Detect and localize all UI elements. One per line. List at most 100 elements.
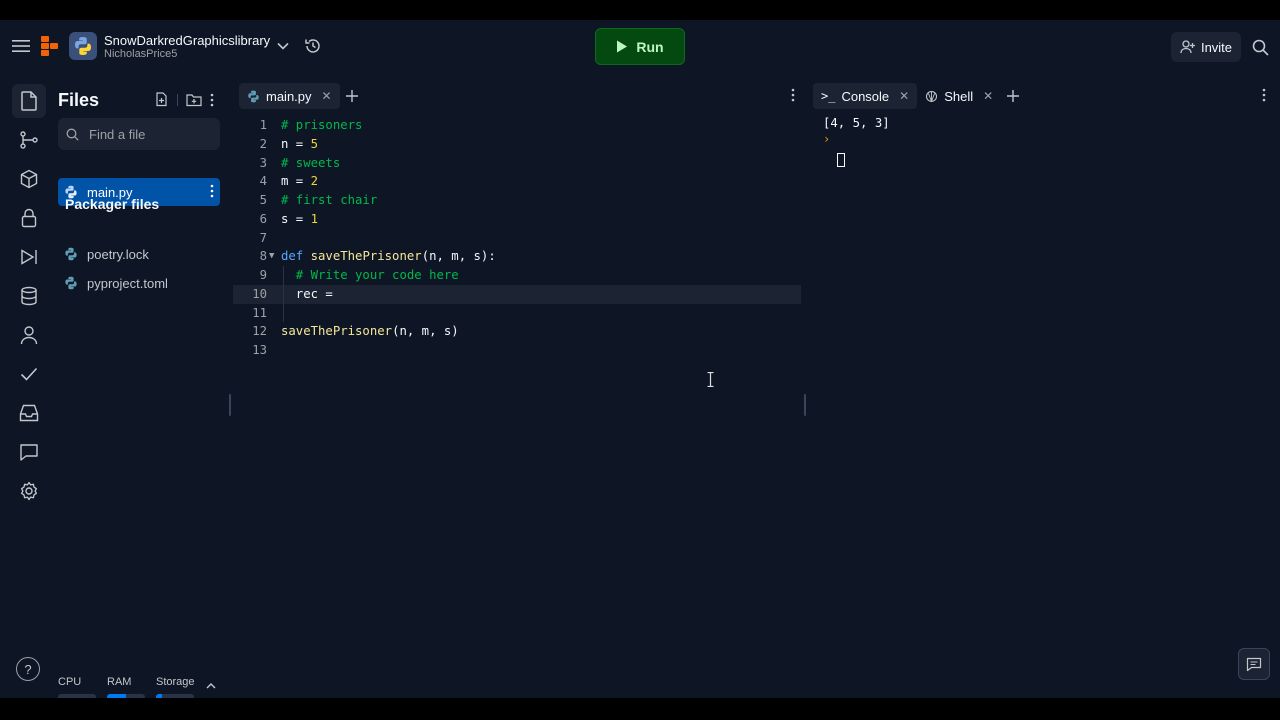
code-line[interactable]: 13	[233, 341, 801, 360]
git-icon[interactable]	[12, 123, 46, 157]
tab-main-py[interactable]: main.py ✕	[239, 83, 340, 109]
add-tab-icon[interactable]	[1001, 83, 1025, 109]
chat-icon[interactable]	[12, 435, 46, 469]
code-line[interactable]: 2 n = 5	[233, 135, 801, 154]
file-kebab-icon[interactable]	[210, 184, 214, 198]
code-line[interactable]: 6 s = 1	[233, 210, 801, 229]
storage-label: Storage	[156, 676, 195, 688]
files-editor-resize-handle[interactable]	[229, 394, 231, 416]
close-tab-icon[interactable]: ✕	[322, 89, 332, 103]
file-search-input[interactable]	[89, 126, 209, 142]
replit-logo-icon[interactable]	[40, 36, 60, 56]
ram-bar-fill	[107, 694, 126, 698]
code-line[interactable]: 11	[233, 303, 801, 323]
files-menu-kebab-icon[interactable]	[210, 93, 214, 107]
code-token: 2	[310, 174, 319, 189]
files-icon[interactable]	[12, 84, 46, 118]
file-name: poetry.lock	[87, 246, 149, 262]
ram-bar	[107, 694, 145, 698]
search-icon[interactable]	[1250, 37, 1270, 57]
tab-label: main.py	[266, 88, 312, 104]
help-button[interactable]: ?	[16, 657, 40, 681]
add-tab-icon[interactable]	[340, 83, 364, 109]
code-line[interactable]: 3 # sweets	[233, 154, 801, 173]
chevron-down-icon[interactable]	[276, 39, 290, 53]
close-tab-icon[interactable]: ✕	[899, 89, 909, 103]
inbox-icon[interactable]	[12, 396, 46, 430]
storage-bar-fill	[156, 694, 162, 698]
add-user-icon	[1180, 40, 1195, 54]
file-item-pyproject-toml[interactable]: pyproject.toml	[58, 269, 220, 297]
code-token: def	[281, 249, 311, 264]
console-menu-kebab-icon[interactable]	[1262, 88, 1266, 102]
code-line[interactable]: 9 # Write your code here	[233, 266, 801, 285]
packager-files-title: Packager files	[65, 196, 160, 212]
debugger-icon[interactable]	[12, 240, 46, 274]
repl-owner[interactable]: NicholasPrice5	[104, 48, 177, 60]
search-icon	[66, 128, 79, 141]
resource-usage[interactable]: CPU RAM Storage	[58, 676, 228, 698]
terminal-prompt-icon: >_	[821, 89, 836, 103]
code-token: rec =	[281, 286, 341, 301]
code-line[interactable]: 4 m = 2	[233, 172, 801, 191]
line-number: 1	[259, 118, 267, 132]
settings-gear-icon[interactable]	[12, 474, 46, 508]
python-file-icon	[65, 276, 77, 290]
code-token: # first chair	[281, 193, 378, 207]
history-icon[interactable]	[303, 36, 323, 56]
code-line[interactable]: 5 # first chair	[233, 191, 801, 210]
python-repl-icon[interactable]	[69, 32, 97, 60]
cpu-bar	[58, 694, 96, 698]
file-search[interactable]	[58, 118, 220, 150]
editor-menu-kebab-icon[interactable]	[791, 88, 795, 102]
line-number: 7	[259, 230, 267, 245]
line-number: 6	[259, 211, 267, 226]
packages-icon[interactable]	[12, 162, 46, 196]
code-token: (n, m, s):	[421, 249, 496, 264]
secrets-icon[interactable]	[12, 201, 46, 235]
file-name: pyproject.toml	[87, 275, 168, 291]
code-text: # sweets	[281, 154, 340, 173]
code-token: 1	[310, 211, 319, 226]
checkmark-icon[interactable]	[12, 357, 46, 391]
tab-label: Shell	[944, 88, 974, 104]
console-input-cursor[interactable]	[837, 153, 845, 167]
code-text: s = 1	[281, 210, 318, 229]
code-editor-pane: main.py ✕ 1 # prisoners 2 n = 5 3 # sweets 4 m …	[233, 82, 801, 692]
run-label: Run	[636, 38, 664, 55]
repl-title[interactable]: SnowDarkredGraphicslibrary	[104, 33, 270, 48]
line-number: 8	[259, 249, 267, 264]
menu-icon[interactable]	[10, 35, 32, 57]
file-item-poetry-lock[interactable]: poetry.lock	[58, 240, 220, 268]
new-file-icon[interactable]	[154, 92, 169, 107]
cpu-label: CPU	[58, 676, 82, 688]
code-text: m = 2	[281, 172, 318, 191]
code-line[interactable]: 8 ▼ def saveThePrisoner(n, m, s):	[233, 247, 801, 266]
tab-shell[interactable]: Shell ✕	[917, 83, 1001, 109]
code-text: # prisoners	[281, 116, 362, 135]
code-token: n =	[281, 136, 311, 151]
auth-user-icon[interactable]	[12, 318, 46, 352]
console-tabs: >_ Console ✕ Shell ✕	[809, 82, 1272, 110]
code-token: # Write your code here	[281, 268, 459, 282]
console-output: [4, 5, 3]	[823, 116, 890, 130]
code-area[interactable]: 1 # prisoners 2 n = 5 3 # sweets 4 m = 2 5 # firs…	[233, 116, 801, 360]
new-folder-icon[interactable]	[186, 93, 202, 107]
invite-button[interactable]: Invite	[1171, 32, 1241, 62]
feedback-button[interactable]	[1238, 648, 1270, 680]
python-file-icon	[65, 247, 77, 261]
code-token: s =	[281, 211, 311, 226]
code-line[interactable]: 12 saveThePrisoner(n, m, s)	[233, 322, 801, 341]
database-icon[interactable]	[12, 279, 46, 313]
tab-console[interactable]: >_ Console ✕	[813, 83, 918, 109]
code-line[interactable]: 1 # prisoners	[233, 116, 801, 135]
close-tab-icon[interactable]: ✕	[983, 89, 993, 103]
code-line[interactable]: 7	[233, 229, 801, 248]
code-line[interactable]: 10 rec =	[233, 284, 801, 304]
chevron-up-icon[interactable]	[206, 682, 216, 689]
fold-chevron-icon[interactable]: ▼	[269, 247, 274, 266]
actions-divider	[177, 93, 178, 106]
code-token: 5	[310, 136, 319, 151]
editor-console-resize-handle[interactable]	[804, 394, 806, 416]
run-button[interactable]: Run	[595, 28, 685, 65]
